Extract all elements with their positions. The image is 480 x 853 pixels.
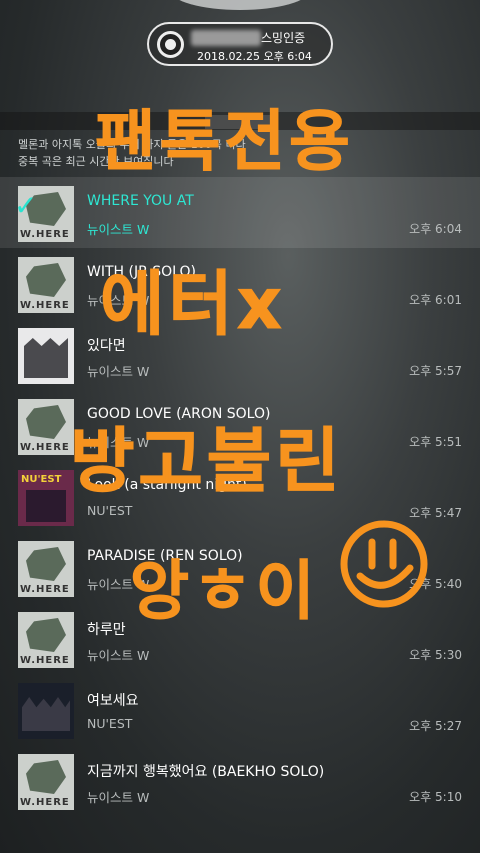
album-art (18, 754, 74, 810)
badge-date: 2018.02.25 오후 6:04 (197, 50, 312, 63)
song-row[interactable]: Look (a starlight night) NU'EST 오후 5:47 (0, 461, 480, 532)
song-row[interactable]: ✓ WHERE YOU AT 뉴이스트 W 오후 6:04 (0, 177, 480, 248)
song-title: Look (a starlight night) (87, 477, 247, 493)
album-art (18, 541, 74, 597)
notice-text: 멜론과 아지톡 오늘의 부터 까지 들은 100곡 니다 중복 곡은 최근 시간… (18, 136, 468, 170)
song-row[interactable]: WITH (JR SOLO) 뉴이스트 W 오후 6:01 (0, 248, 480, 319)
song-artist: NU'EST (87, 716, 133, 731)
song-title: 지금까지 행복했어요 (BAEKHO SOLO) (87, 764, 325, 780)
album-art (18, 257, 74, 313)
song-list: ✓ WHERE YOU AT 뉴이스트 W 오후 6:04 WITH (JR SOLO)… (0, 177, 480, 816)
song-title: WITH (JR SOLO) (87, 264, 196, 280)
album-art (18, 612, 74, 668)
song-title: 있다면 (87, 338, 126, 354)
badge-title: 스밍인증 (261, 31, 306, 45)
streaming-badge: 스밍인증 2018.02.25 오후 6:04 (147, 22, 333, 66)
played-time: 오후 6:01 (409, 293, 462, 307)
song-artist: NU'EST (87, 503, 133, 518)
vinyl-disc-icon (157, 31, 184, 58)
song-title: 여보세요 (87, 693, 139, 709)
notice-handle[interactable] (205, 115, 275, 129)
song-title: WHERE YOU AT (87, 193, 194, 209)
checkmark-icon: ✓ (14, 189, 38, 222)
played-time: 오후 6:04 (409, 222, 462, 236)
song-artist: 뉴이스트 W (87, 293, 150, 308)
notice-line-1: 멜론과 아지톡 오늘의 부터 까지 들은 100곡 니다 (18, 138, 246, 151)
top-blurred-shape (170, 0, 310, 10)
album-art (18, 328, 74, 384)
played-time: 오후 5:27 (409, 719, 462, 733)
song-row[interactable]: 하루만뉴이스트 W 오후 5:30 (0, 603, 480, 674)
song-row[interactable]: 있다면뉴이스트 W 오후 5:57 (0, 319, 480, 390)
song-title: GOOD LOVE (ARON SOLO) (87, 406, 271, 422)
song-row[interactable]: 여보세요 NU'EST 오후 5:27 (0, 674, 480, 745)
song-artist: 뉴이스트 W (87, 790, 150, 805)
played-time: 오후 5:57 (409, 364, 462, 378)
song-row[interactable]: PARADISE (REN SOLO) 뉴이스트 W 오후 5:40 (0, 532, 480, 603)
song-artist: 뉴이스트 W (87, 364, 150, 379)
song-artist: 뉴이스트 W (87, 577, 150, 592)
played-time: 오후 5:40 (409, 577, 462, 591)
redacted-name (191, 30, 261, 46)
song-artist: 뉴이스트 W (87, 648, 150, 663)
song-row[interactable]: GOOD LOVE (ARON SOLO) 뉴이스트 W 오후 5:51 (0, 390, 480, 461)
song-title: 하루만 (87, 622, 126, 638)
song-title: PARADISE (REN SOLO) (87, 548, 243, 564)
song-artist: 뉴이스트 W (87, 222, 150, 237)
album-art (18, 399, 74, 455)
album-art (18, 470, 74, 526)
song-row[interactable]: 지금까지 행복했어요 (BAEKHO SOLO) 뉴이스트 W 오후 5:10 (0, 745, 480, 816)
played-time: 오후 5:30 (409, 648, 462, 662)
album-art (18, 683, 74, 739)
played-time: 오후 5:51 (409, 435, 462, 449)
played-time: 오후 5:10 (409, 790, 462, 804)
played-time: 오후 5:47 (409, 506, 462, 520)
song-artist: 뉴이스트 W (87, 435, 150, 450)
notice-line-2: 중복 곡은 최근 시간만 보여집니다 (18, 155, 174, 168)
